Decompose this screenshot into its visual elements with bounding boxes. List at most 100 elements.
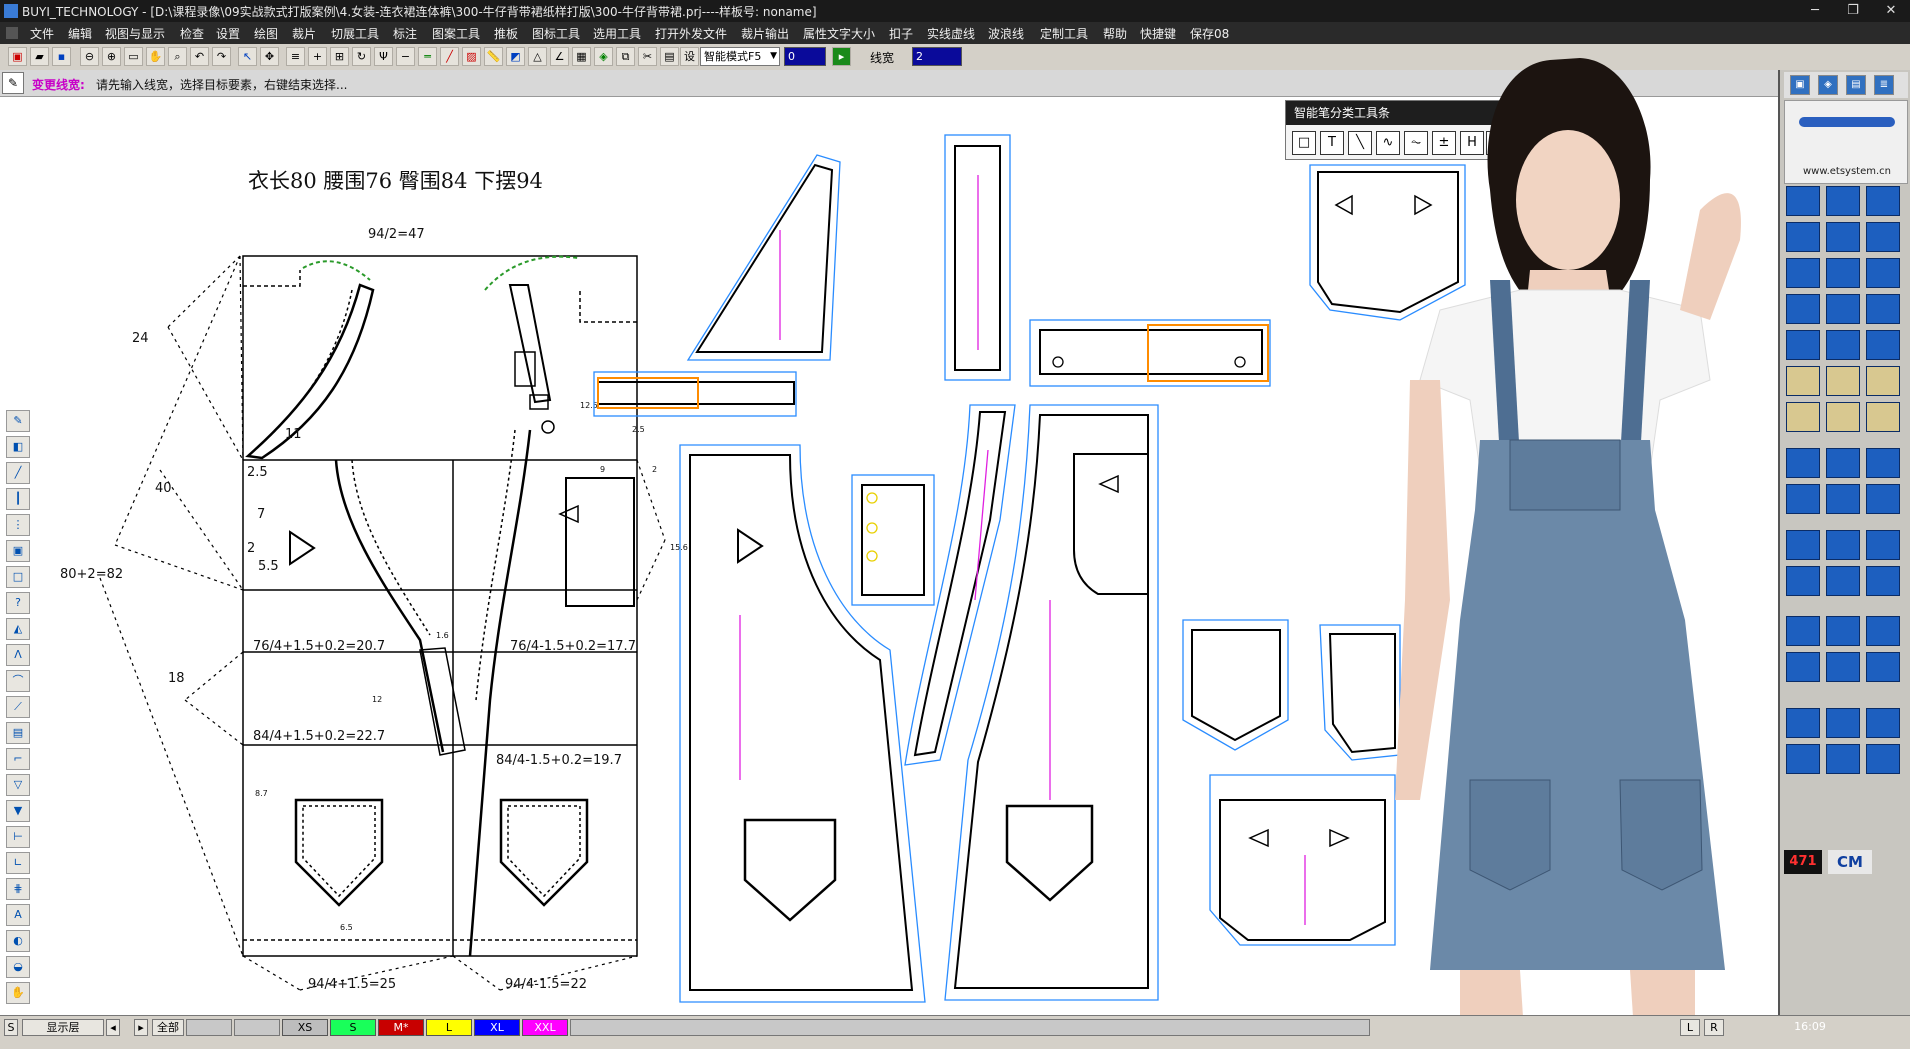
- size-xs[interactable]: XS: [282, 1019, 328, 1036]
- fill-icon[interactable]: ◈: [594, 47, 613, 66]
- rotate-icon[interactable]: ↻: [352, 47, 371, 66]
- box-tool-icon[interactable]: □: [6, 566, 30, 588]
- pleat-tool-icon[interactable]: ▼: [6, 800, 30, 822]
- layer-next-icon[interactable]: ▸: [134, 1019, 148, 1036]
- tool-37-icon[interactable]: [1786, 652, 1820, 682]
- menu-buttons[interactable]: 扣子: [889, 25, 913, 42]
- mode-select[interactable]: 智能模式F5 ▼: [700, 47, 780, 66]
- shape-icon[interactable]: ◩: [506, 47, 525, 66]
- grid-icon[interactable]: ▤: [660, 47, 679, 66]
- tool-4-icon[interactable]: [1786, 222, 1820, 252]
- tool-8-icon[interactable]: [1826, 258, 1860, 288]
- tool-24-icon[interactable]: [1866, 448, 1900, 478]
- tool-26-icon[interactable]: [1826, 484, 1860, 514]
- menu-settings[interactable]: 设置: [216, 25, 240, 42]
- tool-27-icon[interactable]: [1866, 484, 1900, 514]
- size-blank-2[interactable]: [234, 1019, 280, 1036]
- tool-34-icon[interactable]: [1786, 616, 1820, 646]
- triangle-icon[interactable]: △: [528, 47, 547, 66]
- layers-tool-icon[interactable]: ≣: [1874, 75, 1894, 95]
- tool-35-icon[interactable]: [1826, 616, 1860, 646]
- menu-help[interactable]: 帮助: [1103, 25, 1127, 42]
- menu-save08[interactable]: 保存08: [1190, 25, 1229, 42]
- menu-cut-spread[interactable]: 切展工具: [331, 25, 379, 42]
- corner-tool-icon[interactable]: ⌐: [6, 748, 30, 770]
- tool-32-icon[interactable]: [1826, 566, 1860, 596]
- tool-1-icon[interactable]: [1786, 186, 1820, 216]
- layer-prev-icon[interactable]: ◂: [106, 1019, 120, 1036]
- zoom-out-icon[interactable]: ⊖: [80, 47, 99, 66]
- tool-7-icon[interactable]: [1786, 258, 1820, 288]
- notch-tool-icon[interactable]: ᐱ: [6, 644, 30, 666]
- tool-5-icon[interactable]: [1826, 222, 1860, 252]
- unit-display[interactable]: CM: [1828, 850, 1872, 874]
- tool-43-icon[interactable]: [1786, 744, 1820, 774]
- palette-tool-icon[interactable]: ◈: [1818, 75, 1838, 95]
- close-button[interactable]: ✕: [1872, 0, 1910, 22]
- curve-tool-icon[interactable]: ⌒: [6, 670, 30, 692]
- tool-36-icon[interactable]: [1866, 616, 1900, 646]
- size-blank-1[interactable]: [186, 1019, 232, 1036]
- value-input[interactable]: 0: [784, 47, 826, 66]
- frame-tool-icon[interactable]: ▣: [6, 540, 30, 562]
- tool-18-icon[interactable]: [1866, 366, 1900, 396]
- piece-tool-icon[interactable]: ◒: [6, 956, 30, 978]
- menu-piece-output[interactable]: 裁片输出: [741, 25, 789, 42]
- tool-9-icon[interactable]: [1866, 258, 1900, 288]
- rectangle-tool-icon[interactable]: □: [1292, 131, 1316, 155]
- new-file-icon[interactable]: ▣: [8, 47, 27, 66]
- double-line-icon[interactable]: ═: [418, 47, 437, 66]
- fold-tool-icon[interactable]: ◐: [6, 930, 30, 952]
- slash-icon[interactable]: ╱: [440, 47, 459, 66]
- text-tool-icon[interactable]: T: [1320, 131, 1344, 155]
- angle-tool-icon[interactable]: ∟: [6, 852, 30, 874]
- menu-view[interactable]: 视图与显示: [105, 25, 165, 42]
- all-layers-button[interactable]: 全部: [152, 1019, 184, 1036]
- redo-icon[interactable]: ↷: [212, 47, 231, 66]
- angle-icon[interactable]: ∠: [550, 47, 569, 66]
- split-tool-icon[interactable]: ⋮: [6, 514, 30, 536]
- text-tool-icon[interactable]: A: [6, 904, 30, 926]
- tool-39-icon[interactable]: [1866, 652, 1900, 682]
- hatch-icon[interactable]: ▨: [462, 47, 481, 66]
- maximize-button[interactable]: ❐: [1834, 0, 1872, 22]
- shape-tool-icon[interactable]: ◭: [6, 618, 30, 640]
- status-r-button[interactable]: R: [1704, 1019, 1724, 1036]
- hand-tool-icon[interactable]: ✋: [6, 982, 30, 1004]
- line-width-input[interactable]: 2: [912, 47, 962, 66]
- image-tool-icon[interactable]: ▣: [1790, 75, 1810, 95]
- menu-pieces[interactable]: 裁片: [292, 25, 316, 42]
- menu-pattern-tools[interactable]: 图案工具: [432, 25, 480, 42]
- tool-40-icon[interactable]: [1786, 708, 1820, 738]
- tool-38-icon[interactable]: [1826, 652, 1860, 682]
- tool-6-icon[interactable]: [1866, 222, 1900, 252]
- status-l-button[interactable]: L: [1680, 1019, 1700, 1036]
- stats-tool-icon[interactable]: ▤: [1846, 75, 1866, 95]
- menu-custom-tools[interactable]: 定制工具: [1040, 25, 1088, 42]
- tool-10-icon[interactable]: [1786, 294, 1820, 324]
- menu-edit[interactable]: 编辑: [68, 25, 92, 42]
- tool-30-icon[interactable]: [1866, 530, 1900, 560]
- menu-file[interactable]: 文件: [30, 25, 54, 42]
- dart-tool-icon[interactable]: ▽: [6, 774, 30, 796]
- menu-check[interactable]: 检查: [180, 25, 204, 42]
- menu-grading[interactable]: 推板: [494, 25, 518, 42]
- menu-shortcuts[interactable]: 快捷键: [1140, 25, 1176, 42]
- menu-annotate[interactable]: 标注: [393, 25, 417, 42]
- parallel-icon[interactable]: ≡: [286, 47, 305, 66]
- move-icon[interactable]: ✥: [260, 47, 279, 66]
- eraser-tool-icon[interactable]: ◧: [6, 436, 30, 458]
- tool-3-icon[interactable]: [1866, 186, 1900, 216]
- tool-12-icon[interactable]: [1866, 294, 1900, 324]
- ruler-tool-icon[interactable]: ┃: [6, 488, 30, 510]
- system-menu-icon[interactable]: [6, 27, 18, 39]
- tool-33-icon[interactable]: [1866, 566, 1900, 596]
- tool-11-icon[interactable]: [1826, 294, 1860, 324]
- zoom-in-icon[interactable]: ⊕: [102, 47, 121, 66]
- size-xl[interactable]: XL: [474, 1019, 520, 1036]
- tool-42-icon[interactable]: [1866, 708, 1900, 738]
- settings-glyph-icon[interactable]: 设: [680, 47, 699, 66]
- tool-19-icon[interactable]: [1786, 402, 1820, 432]
- color-palette-icon[interactable]: ▦: [572, 47, 591, 66]
- cross-icon[interactable]: +: [308, 47, 327, 66]
